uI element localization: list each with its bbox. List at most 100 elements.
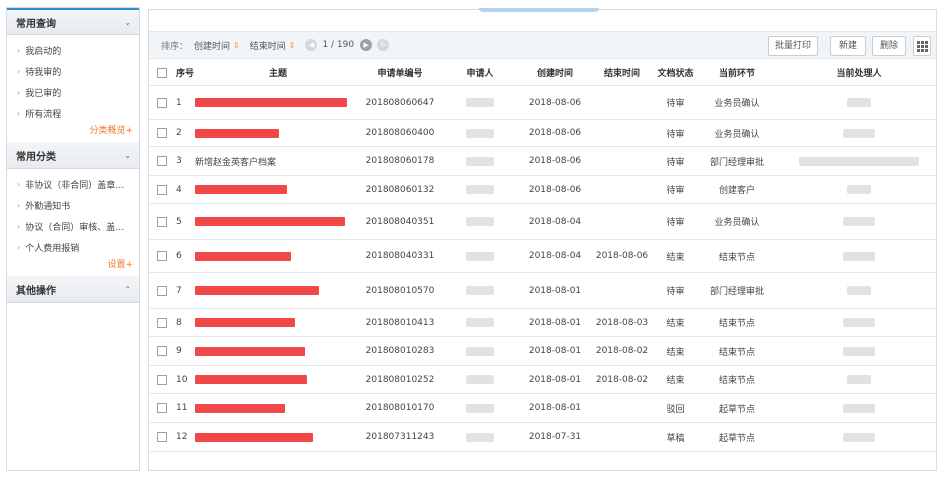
row-node: 结束节点 bbox=[718, 376, 755, 386]
row-title[interactable] bbox=[195, 240, 361, 272]
table-row[interactable]: 9 201808010283 2018-08-01 2018-08-02 结束 结束节点 bbox=[149, 337, 936, 366]
sidebar-item-pending-review[interactable]: › 待我审的 bbox=[7, 61, 139, 82]
row-checkbox[interactable] bbox=[157, 204, 167, 239]
refresh-icon[interactable]: ↻ bbox=[377, 39, 390, 51]
redacted-title bbox=[195, 185, 287, 194]
col-header-request-no[interactable]: 申请单编号 bbox=[359, 60, 441, 85]
row-title[interactable] bbox=[195, 86, 361, 119]
sort-by-ended[interactable]: 结束时间 bbox=[250, 39, 286, 52]
sidebar-item-all-flows[interactable]: › 所有流程 bbox=[7, 103, 139, 124]
row-checkbox[interactable] bbox=[157, 366, 167, 393]
blurred-handler bbox=[843, 432, 875, 442]
row-node: 起草节点 bbox=[718, 404, 755, 415]
table-row[interactable]: 5 201808040351 2018-08-04 待审 业务员确认 bbox=[149, 204, 936, 240]
row-title[interactable] bbox=[195, 366, 361, 393]
chevron-down-icon[interactable]: ⌄ bbox=[124, 18, 131, 27]
row-request-no: 201808040351 bbox=[365, 216, 435, 227]
sidebar-item-label: 我启动的 bbox=[25, 47, 62, 57]
row-checkbox[interactable] bbox=[157, 176, 167, 203]
sidebar-item-reviewed[interactable]: › 我已审的 bbox=[7, 82, 139, 103]
row-title[interactable] bbox=[195, 120, 361, 146]
row-title[interactable] bbox=[195, 204, 361, 239]
col-header-applicant[interactable]: 申请人 bbox=[451, 60, 509, 85]
chevron-right-icon: › bbox=[17, 88, 21, 97]
chevron-down-icon[interactable]: ⌄ bbox=[124, 151, 131, 160]
sort-by-created[interactable]: 创建时间 bbox=[194, 39, 230, 52]
row-title[interactable] bbox=[195, 423, 361, 451]
table-row[interactable]: 6 201808040331 2018-08-04 2018-08-06 结束 结束节点 bbox=[149, 240, 936, 273]
row-checkbox[interactable] bbox=[157, 86, 167, 119]
row-applicant bbox=[451, 337, 509, 365]
prev-page-icon[interactable]: ◀ bbox=[305, 39, 318, 51]
blurred-handler bbox=[847, 286, 871, 295]
table-row[interactable]: 3 新增赵金英客户档案 201808060178 2018-08-06 待审 部门经理审批 bbox=[149, 147, 936, 176]
row-checkbox[interactable] bbox=[157, 240, 167, 272]
row-checkbox[interactable] bbox=[157, 273, 167, 308]
row-title[interactable] bbox=[195, 337, 361, 365]
row-applicant bbox=[451, 240, 509, 272]
col-header-handler[interactable]: 当前处理人 bbox=[789, 60, 929, 85]
col-header-ended[interactable]: 结束时间 bbox=[591, 60, 653, 85]
sort-toggle-icon[interactable]: ⇕ bbox=[233, 41, 240, 50]
section-head-common-query[interactable]: 常用查询 ⌄ bbox=[7, 8, 139, 35]
table-row[interactable]: 10 201808010252 2018-08-01 2018-08-02 结束 结束节点 bbox=[149, 366, 936, 394]
new-button[interactable]: 新建 bbox=[830, 36, 866, 56]
blurred-applicant bbox=[466, 346, 494, 356]
section-head-other-actions[interactable]: 其他操作 ⌃ bbox=[7, 276, 139, 303]
chevron-right-icon: › bbox=[17, 243, 21, 252]
row-request-no: 201808010413 bbox=[365, 317, 435, 328]
row-handler bbox=[789, 273, 929, 308]
col-header-status[interactable]: 文档状态 bbox=[653, 60, 698, 85]
category-overview-link[interactable]: 分类概览+ bbox=[7, 124, 139, 140]
blurred-handler bbox=[843, 346, 875, 356]
sort-toggle-icon[interactable]: ⇕ bbox=[289, 41, 296, 50]
chevron-up-icon[interactable]: ⌃ bbox=[124, 285, 131, 294]
row-applicant bbox=[451, 204, 509, 239]
blurred-handler bbox=[799, 156, 919, 166]
col-header-created[interactable]: 创建时间 bbox=[521, 60, 589, 85]
row-title[interactable] bbox=[195, 394, 361, 422]
table-row[interactable]: 4 201808060132 2018-08-06 待审 创建客户 bbox=[149, 176, 936, 204]
sidebar-item-expense-reimbursement[interactable]: › 个人费用报销 bbox=[7, 237, 139, 258]
row-status: 驳回 bbox=[666, 404, 685, 415]
row-created: 2018-08-06 bbox=[528, 128, 582, 138]
table-row[interactable]: 1 201808060647 2018-08-06 待审 业务员确认 bbox=[149, 86, 936, 120]
table-row[interactable]: 12 201807311243 2018-07-31 草稿 起草节点 bbox=[149, 423, 936, 452]
select-all-checkbox[interactable] bbox=[157, 60, 167, 85]
row-handler bbox=[789, 120, 929, 146]
table-row[interactable]: 7 201808010570 2018-08-01 待审 部门经理审批 bbox=[149, 273, 936, 309]
sidebar-item-started-by-me[interactable]: › 我启动的 bbox=[7, 40, 139, 61]
settings-link[interactable]: 设置+ bbox=[7, 258, 139, 274]
row-title[interactable] bbox=[195, 309, 361, 336]
next-page-icon[interactable]: ▶ bbox=[360, 39, 373, 51]
row-request-no: 201808010252 bbox=[365, 374, 435, 385]
col-header-title[interactable]: 主题 bbox=[195, 60, 361, 85]
row-status: 待审 bbox=[666, 99, 685, 109]
row-title-text[interactable]: 新增赵金英客户档案 bbox=[195, 155, 276, 168]
redacted-title bbox=[195, 98, 347, 107]
row-node: 结束节点 bbox=[718, 319, 755, 329]
section-head-common-category[interactable]: 常用分类 ⌄ bbox=[7, 142, 139, 169]
row-checkbox[interactable] bbox=[157, 337, 167, 365]
table-row[interactable]: 8 201808010413 2018-08-01 2018-08-03 结束 结束节点 bbox=[149, 309, 936, 337]
row-checkbox[interactable] bbox=[157, 120, 167, 146]
sidebar-item-field-notice[interactable]: › 外勤通知书 bbox=[7, 195, 139, 216]
row-checkbox[interactable] bbox=[157, 394, 167, 422]
row-title[interactable]: 新增赵金英客户档案 bbox=[195, 147, 361, 175]
row-created: 2018-08-01 bbox=[528, 346, 582, 356]
row-checkbox[interactable] bbox=[157, 423, 167, 451]
batch-print-button[interactable]: 批量打印 bbox=[768, 36, 818, 56]
row-checkbox[interactable] bbox=[157, 309, 167, 336]
delete-button[interactable]: 删除 bbox=[872, 36, 906, 56]
row-created: 2018-08-06 bbox=[528, 156, 582, 166]
sidebar-item-contract-review[interactable]: › 协议（合同）审核、盖… bbox=[7, 216, 139, 237]
row-title[interactable] bbox=[195, 273, 361, 308]
row-checkbox[interactable] bbox=[157, 147, 167, 175]
sidebar-item-non-contract-seal[interactable]: › 非协议（非合同）盖章… bbox=[7, 174, 139, 195]
col-header-node[interactable]: 当前环节 bbox=[697, 60, 777, 85]
chevron-right-icon: › bbox=[17, 201, 21, 210]
grid-icon[interactable] bbox=[913, 36, 931, 56]
table-row[interactable]: 2 201808060400 2018-08-06 待审 业务员确认 bbox=[149, 120, 936, 147]
table-row[interactable]: 11 201808010170 2018-08-01 驳回 起草节点 bbox=[149, 394, 936, 423]
row-title[interactable] bbox=[195, 176, 361, 203]
